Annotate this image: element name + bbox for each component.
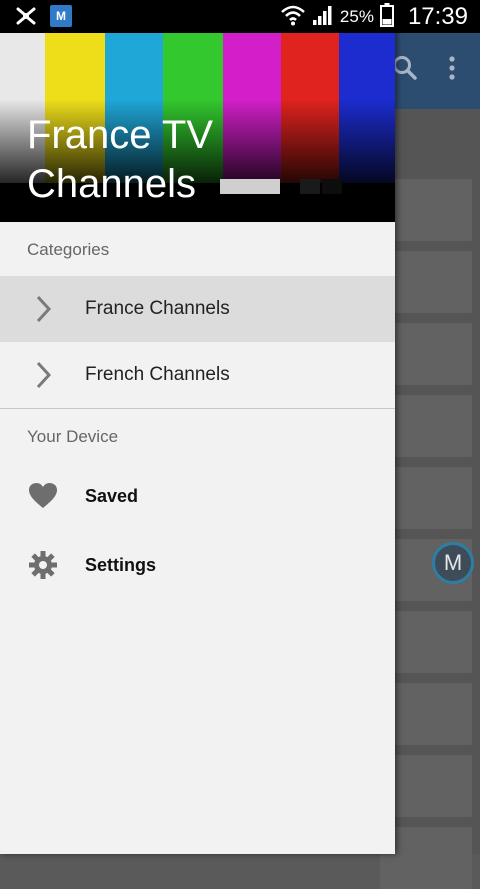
bluetooth-like-icon [14, 5, 38, 27]
chevron-right-icon [28, 294, 58, 324]
overflow-menu-icon[interactable] [448, 55, 456, 86]
floating-m-button[interactable]: M [432, 542, 474, 584]
drawer-header: France TV Channels [0, 33, 395, 222]
chevron-right-icon [28, 360, 58, 390]
nav-item-saved[interactable]: Saved [0, 463, 395, 529]
nav-item-label: Settings [85, 554, 157, 575]
battery-percent: 25% [339, 7, 374, 26]
nav-item-label: France Channels [85, 298, 230, 319]
divider [0, 408, 395, 409]
search-icon[interactable] [392, 55, 418, 86]
clock: 17:39 [407, 3, 468, 30]
drawer-title: France TV Channels [27, 113, 213, 206]
app-m-icon: M [50, 5, 72, 27]
signal-icon [312, 4, 334, 31]
nav-item-settings[interactable]: Settings [0, 532, 395, 598]
section-label-your-device: Your Device [27, 427, 119, 446]
nav-item-label: French Channels [85, 364, 230, 385]
battery-icon [379, 2, 394, 32]
status-bar: M 25% 17:39 [0, 0, 480, 33]
nav-item-french-channels[interactable]: French Channels [0, 342, 395, 408]
nav-item-france-channels[interactable]: France Channels [0, 276, 395, 342]
nav-item-label: Saved [85, 485, 139, 506]
wifi-icon [280, 4, 306, 31]
navigation-drawer: France TV Channels Categories France Cha… [0, 0, 395, 854]
section-label-categories: Categories [27, 240, 110, 259]
heart-icon [28, 481, 58, 511]
gear-icon [28, 550, 58, 580]
